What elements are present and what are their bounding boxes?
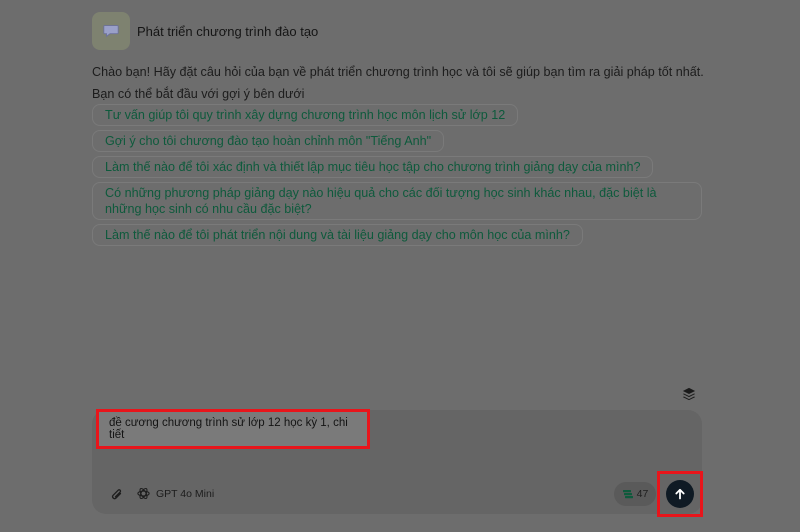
paperclip-icon xyxy=(111,489,122,500)
model-selector[interactable]: GPT 4o Mini xyxy=(136,486,214,501)
send-button-highlight xyxy=(657,471,703,517)
bot-avatar xyxy=(92,12,130,50)
model-name: GPT 4o Mini xyxy=(156,487,215,500)
suggestion-chip-1[interactable]: Tư vấn giúp tôi quy trình xây dựng chươn… xyxy=(92,104,519,126)
suggestion-list: Tư vấn giúp tôi quy trình xây dựng chươn… xyxy=(92,104,704,250)
layers-icon xyxy=(682,387,696,401)
suggestion-chip-2[interactable]: Gợi ý cho tôi chương đào tạo hoàn chỉnh … xyxy=(92,130,445,152)
message-input-value: đề cương chương trình sử lớp 12 học kỳ 1… xyxy=(109,417,348,441)
arrow-up-icon xyxy=(675,488,685,500)
bot-header: Phát triển chương trình đào tạo xyxy=(92,12,318,50)
layers-button[interactable] xyxy=(680,385,698,403)
suggestion-chip-3[interactable]: Làm thế nào để tôi xác định và thiết lập… xyxy=(92,156,654,178)
send-button[interactable] xyxy=(666,480,694,508)
attach-button[interactable] xyxy=(109,487,125,503)
message-input[interactable]: đề cương chương trình sử lớp 12 học kỳ 1… xyxy=(96,409,370,449)
openai-logo-icon xyxy=(137,487,150,500)
suggestion-chip-4[interactable]: Có những phương pháp giảng dạy nào hiệu … xyxy=(92,182,702,220)
suggestion-chip-5[interactable]: Làm thế nào để tôi phát triển nội dung v… xyxy=(92,224,583,246)
credits-badge: 47 xyxy=(614,482,656,506)
credits-count: 47 xyxy=(636,488,649,500)
greeting-line-2: Bạn có thể bắt đầu với gợi ý bên dưới xyxy=(92,87,305,101)
speech-bubble-icon xyxy=(103,25,119,38)
coins-icon xyxy=(622,490,633,499)
greeting-message: Chào bạn! Hãy đặt câu hỏi của bạn về phá… xyxy=(92,61,712,105)
bot-title: Phát triển chương trình đào tạo xyxy=(137,23,319,39)
greeting-line-1: Chào bạn! Hãy đặt câu hỏi của bạn về phá… xyxy=(92,65,704,79)
